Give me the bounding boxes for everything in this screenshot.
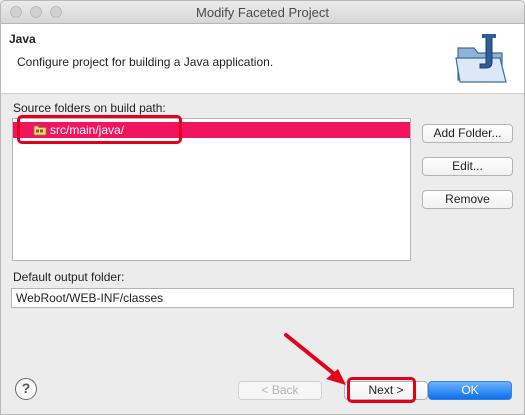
dialog-window: Modify Faceted Project Java Configure pr…: [0, 0, 525, 415]
edit-button[interactable]: Edit...: [422, 157, 513, 176]
window-title: Modify Faceted Project: [196, 5, 329, 20]
ok-button[interactable]: OK: [428, 381, 512, 400]
banner-description: Configure project for building a Java ap…: [17, 55, 274, 69]
title-bar: Modify Faceted Project: [1, 1, 524, 24]
annotation-arrow-icon: [284, 333, 346, 385]
source-folders-label: Source folders on build path:: [13, 101, 166, 115]
output-folder-field[interactable]: WebRoot/WEB-INF/classes: [11, 288, 514, 308]
add-folder-button[interactable]: Add Folder...: [422, 124, 513, 143]
output-folder-label: Default output folder:: [13, 270, 125, 284]
header-banner: Java Configure project for building a Ja…: [1, 24, 524, 94]
help-button[interactable]: ?: [15, 378, 37, 400]
remove-button[interactable]: Remove: [422, 190, 513, 209]
annotation-box: [17, 115, 182, 144]
annotation-box: [347, 377, 416, 403]
java-folder-icon: [455, 34, 507, 83]
banner-title: Java: [9, 32, 36, 46]
